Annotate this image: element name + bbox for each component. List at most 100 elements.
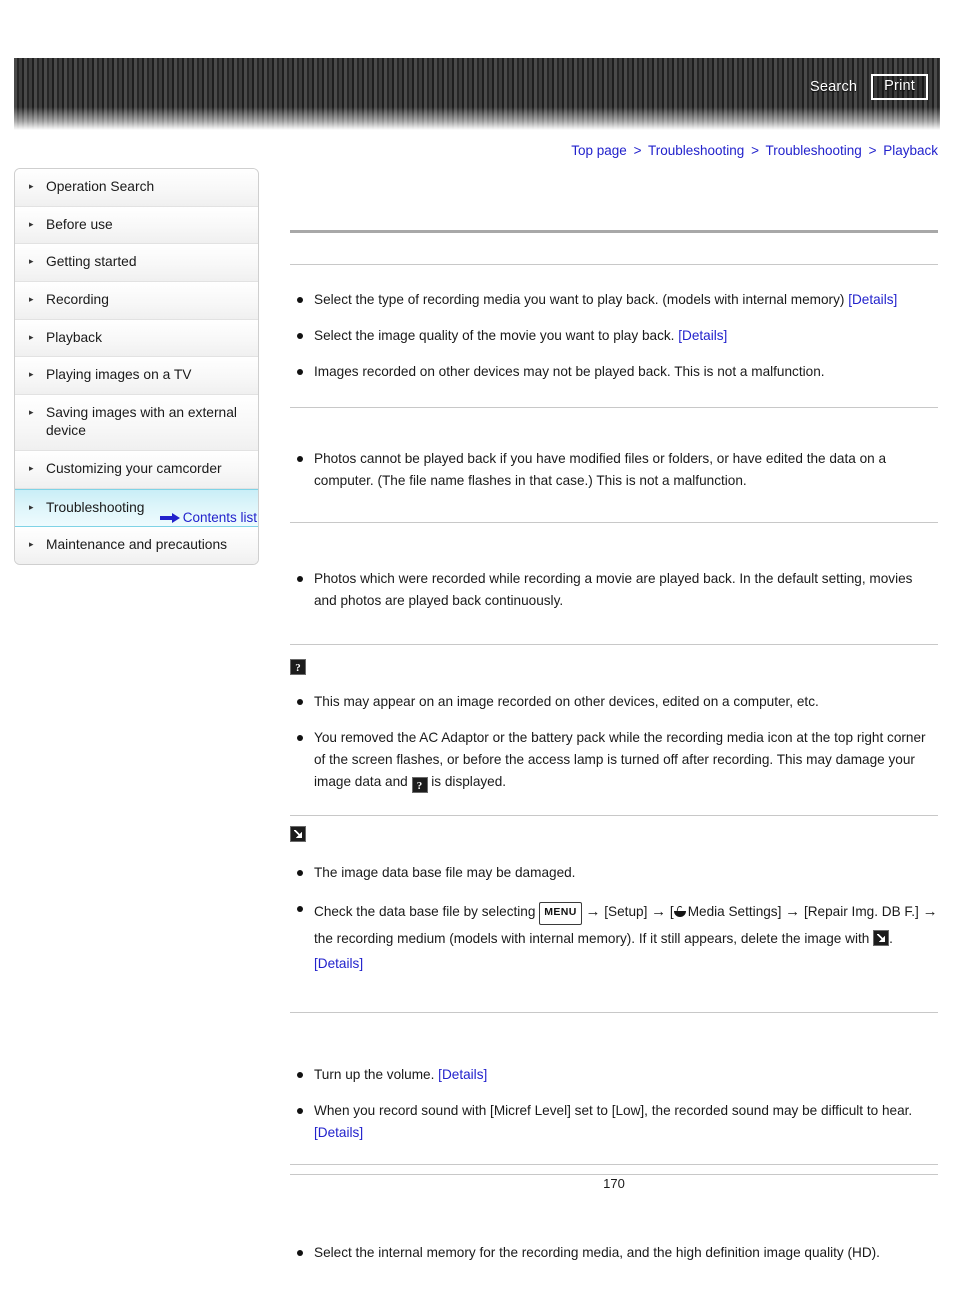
section-body: The image data base file may be damaged.…	[290, 848, 938, 1012]
list-item-text: Select the internal memory for the recor…	[314, 1245, 880, 1261]
chevron-right-icon: ▸	[29, 539, 34, 550]
section-body: This may appear on an image recorded on …	[290, 677, 938, 815]
page-header: Search Print	[14, 58, 940, 130]
arrow-right-icon	[159, 512, 180, 523]
db-step-tail2: .	[889, 930, 893, 946]
list-item: Select the internal memory for the recor…	[290, 1242, 938, 1264]
breadcrumb-separator: >	[633, 143, 642, 158]
chevron-right-icon: ▸	[29, 293, 34, 304]
list-item: Turn up the volume. [Details]	[290, 1064, 938, 1086]
chevron-right-icon: ▸	[29, 256, 34, 267]
menu-button-icon: MENU	[539, 902, 582, 925]
breadcrumb-item-playback[interactable]: Playback	[883, 143, 938, 158]
list-item-text: This may appear on an image recorded on …	[314, 694, 819, 710]
chevron-right-icon: ▸	[29, 331, 34, 342]
breadcrumb: Top page > Troubleshooting > Troubleshoo…	[571, 143, 938, 158]
list-item-text: When you record sound with [Micref Level…	[314, 1103, 913, 1119]
details-link[interactable]: [Details]	[314, 1125, 363, 1140]
sidebar-item-maintenance-and-precautions[interactable]: ▸ Maintenance and precautions	[15, 527, 258, 564]
bullet-list: Select the type of recording media you w…	[290, 289, 938, 383]
section-title	[290, 233, 938, 264]
sidebar-item-getting-started[interactable]: ▸ Getting started	[15, 244, 258, 282]
bullet-list: Select the internal memory for the recor…	[290, 1242, 938, 1264]
search-button[interactable]: Search	[810, 79, 857, 95]
list-item: Select the type of recording media you w…	[290, 289, 938, 311]
sidebar-item-before-use[interactable]: ▸ Before use	[15, 206, 258, 245]
section-body: Photos which were recorded while recordi…	[290, 554, 938, 644]
list-item-text: Images recorded on other devices may not…	[314, 364, 825, 380]
contents-list-link[interactable]: Contents list	[183, 510, 257, 525]
breadcrumb-item-troubleshooting[interactable]: Troubleshooting	[648, 143, 744, 158]
section-question-badge: ? This may appear on an image recorded o…	[290, 645, 938, 815]
section-body: Select the internal memory for the recor…	[290, 1206, 938, 1294]
sidebar-item-playback[interactable]: ▸ Playback	[15, 319, 258, 358]
bullet-list: This may appear on an image recorded on …	[290, 691, 938, 794]
list-item-text-suffix: is displayed.	[427, 774, 507, 790]
chevron-right-icon: ▸	[29, 369, 34, 380]
list-item: Images recorded on other devices may not…	[290, 361, 938, 383]
section-photo-playback: Photos cannot be played back if you have…	[290, 408, 938, 522]
list-item: You removed the AC Adaptor or the batter…	[290, 727, 938, 794]
question-badge-icon: ?	[290, 659, 306, 676]
arrow-right-glyph: →	[585, 903, 601, 921]
details-link[interactable]: [Details]	[314, 956, 363, 971]
chevron-right-icon: ▸	[29, 218, 34, 229]
list-item: Photos which were recorded while recordi…	[290, 568, 938, 612]
footer-divider	[290, 1164, 938, 1165]
sidebar-item-label: Operation Search	[46, 179, 155, 194]
section-title-with-icon: ?	[290, 645, 938, 677]
list-item-text: Photos cannot be played back if you have…	[314, 451, 887, 489]
chevron-right-icon: ▸	[29, 181, 34, 191]
breadcrumb-item-troubleshooting-2[interactable]: Troubleshooting	[765, 143, 861, 158]
header-striped-banner	[14, 58, 940, 130]
section-playback-media: Select the type of recording media you w…	[290, 233, 938, 407]
chevron-right-icon: ▸	[29, 463, 34, 473]
sidebar-item-recording[interactable]: ▸ Recording	[15, 281, 258, 320]
sidebar-item-label: Before use	[46, 216, 113, 232]
list-item: Check the data base file by selecting ME…	[290, 898, 938, 976]
sidebar-nav: ▸ Operation Search ▸ Before use ▸ Gettin…	[14, 168, 259, 565]
list-item: Select the image quality of the movie yo…	[290, 325, 938, 347]
section-delete-badge: The image data base file may be damaged.…	[290, 816, 938, 1012]
list-item-text: The image data base file may be damaged.	[314, 865, 576, 881]
sidebar-item-label: Customizing your camcorder	[46, 461, 222, 476]
breadcrumb-separator: >	[751, 143, 759, 158]
sidebar-item-label: Saving images with an external device	[46, 404, 237, 439]
print-button[interactable]: Print	[871, 74, 928, 100]
sidebar-item-playing-images-on-a-tv[interactable]: ▸ Playing images on a TV	[15, 357, 258, 395]
details-link[interactable]: [Details]	[438, 1067, 487, 1082]
question-badge-icon: ?	[411, 777, 428, 794]
header-actions: Search Print	[810, 74, 928, 100]
sidebar-item-customizing-your-camcorder[interactable]: ▸ Customizing your camcorder	[15, 451, 258, 489]
delete-badge-icon	[290, 826, 306, 843]
list-item: This may appear on an image recorded on …	[290, 691, 938, 713]
bullet-list: Turn up the volume. [Details] When you r…	[290, 1064, 938, 1144]
db-step-tail: the recording medium (models with intern…	[314, 930, 874, 946]
sidebar-item-operation-search[interactable]: ▸ Operation Search	[15, 169, 258, 207]
details-link[interactable]: [Details]	[678, 328, 727, 343]
breadcrumb-item-top-page[interactable]: Top page	[571, 143, 627, 158]
section-title	[290, 1013, 938, 1044]
contents-list-row: Contents list	[14, 510, 257, 525]
chevron-right-icon: ▸	[29, 406, 34, 417]
sidebar-item-label: Playing images on a TV	[46, 367, 192, 383]
section-body: Select the type of recording media you w…	[290, 265, 938, 407]
section-body: Photos cannot be played back if you have…	[290, 439, 938, 522]
details-link[interactable]: [Details]	[848, 292, 897, 307]
list-item-text: You removed the AC Adaptor or the batter…	[314, 730, 926, 790]
main-content: Select the type of recording media you w…	[290, 230, 938, 1294]
media-settings-icon	[673, 906, 687, 918]
db-step-media-settings: Media Settings]	[687, 904, 782, 920]
db-step-lead: Check the data base file by selecting	[314, 904, 540, 920]
list-item-text: Select the image quality of the movie yo…	[314, 328, 679, 344]
bullet-list: Photos which were recorded while recordi…	[290, 568, 938, 612]
sidebar-item-label: Recording	[46, 291, 109, 307]
page-number: 170	[603, 1176, 625, 1191]
bullet-list: Photos cannot be played back if you have…	[290, 448, 938, 492]
section-body: Turn up the volume. [Details] When you r…	[290, 1044, 938, 1174]
sidebar-item-saving-images-external-device[interactable]: ▸ Saving images with an external device	[15, 394, 258, 451]
section-title-with-icon	[290, 816, 938, 848]
section-sound: Turn up the volume. [Details] When you r…	[290, 1013, 938, 1174]
sidebar-item-label: Playback	[46, 329, 102, 345]
list-item: When you record sound with [Micref Level…	[290, 1100, 938, 1144]
